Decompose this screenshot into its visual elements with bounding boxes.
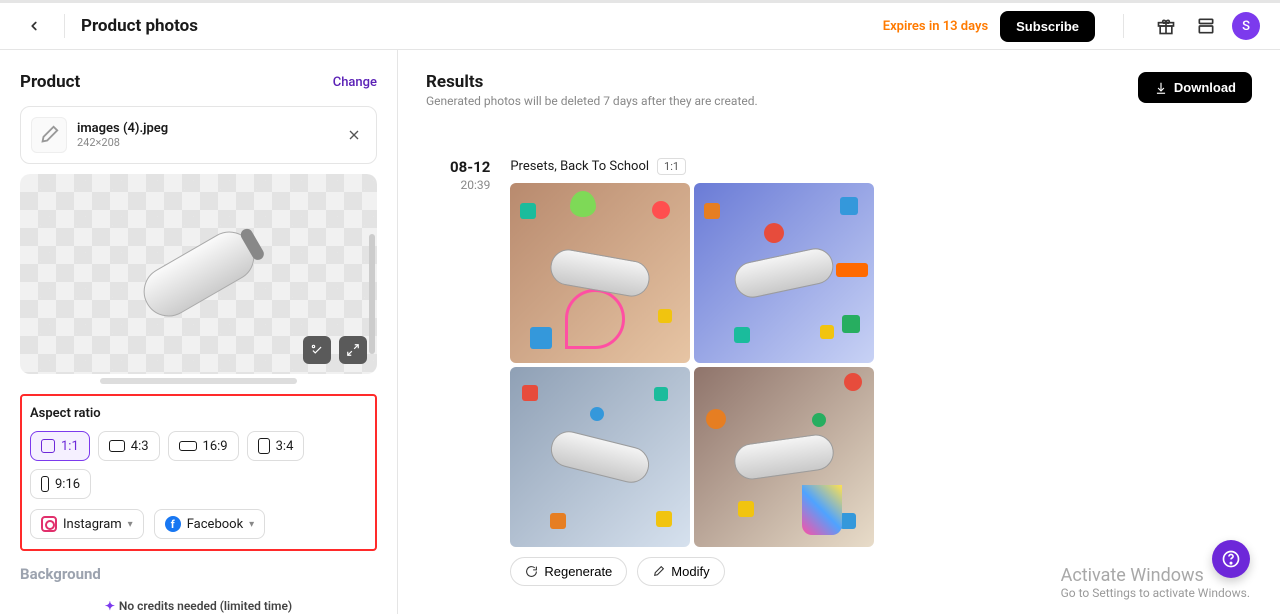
credit-note: ✦ No credits needed (limited time): [20, 599, 377, 613]
social-label: Facebook: [187, 517, 243, 532]
ratio-label: 1:1: [61, 439, 79, 454]
ratio-4-3[interactable]: 4:3: [98, 431, 160, 461]
result-image-3[interactable]: [510, 367, 690, 547]
divider: [1123, 14, 1124, 38]
chevron-down-icon: ▾: [128, 519, 133, 530]
product-preview: [20, 174, 377, 384]
back-button[interactable]: [20, 12, 48, 40]
remove-file-button[interactable]: [342, 123, 366, 147]
facebook-preset[interactable]: f Facebook ▾: [154, 509, 266, 539]
ratio-label: 4:3: [131, 439, 149, 454]
avatar[interactable]: S: [1232, 12, 1260, 40]
header: Product photos Expires in 13 days Subscr…: [0, 0, 1280, 50]
regenerate-button[interactable]: Regenerate: [510, 557, 627, 586]
modify-button[interactable]: Modify: [637, 557, 724, 586]
divider: [64, 14, 65, 38]
regenerate-label: Regenerate: [544, 564, 612, 579]
generation-preset: Presets, Back To School: [510, 159, 649, 174]
result-image-1[interactable]: [510, 183, 690, 363]
instagram-icon: [41, 516, 57, 532]
product-image: [134, 222, 263, 325]
results-grid: [510, 183, 874, 547]
result-image-2[interactable]: [694, 183, 874, 363]
ratio-swatch-icon: [179, 441, 197, 451]
gift-icon[interactable]: [1152, 12, 1180, 40]
change-link[interactable]: Change: [333, 75, 377, 90]
preview-scrollbar-h[interactable]: [100, 378, 296, 384]
ratio-label: 3:4: [276, 439, 294, 454]
generation-entry: 08-12 20:39 Presets, Back To School 1:1: [450, 158, 1252, 586]
background-label: Background: [20, 565, 377, 583]
ratio-swatch-icon: [258, 438, 270, 454]
preview-scrollbar[interactable]: [369, 234, 375, 354]
ratio-swatch-icon: [41, 476, 49, 492]
result-image-4[interactable]: [694, 367, 874, 547]
ratio-9-16[interactable]: 9:16: [30, 469, 91, 499]
ratio-3-4[interactable]: 3:4: [247, 431, 305, 461]
preview-canvas[interactable]: [20, 174, 377, 374]
generation-date: 08-12: [450, 158, 490, 176]
file-name: images (4).jpeg: [77, 121, 168, 136]
chevron-down-icon: ▾: [249, 519, 254, 530]
file-thumbnail: [31, 117, 67, 153]
generation-ratio-badge: 1:1: [657, 158, 686, 175]
download-button[interactable]: Download: [1138, 72, 1252, 103]
ratio-swatch-icon: [41, 439, 55, 453]
ratio-1-1[interactable]: 1:1: [30, 431, 90, 461]
ratio-16-9[interactable]: 16:9: [168, 431, 239, 461]
aspect-ratio-label: Aspect ratio: [30, 406, 367, 421]
aspect-ratio-section: Aspect ratio 1:1 4:3 16:9 3:4: [20, 394, 377, 551]
social-label: Instagram: [63, 517, 122, 532]
results-panel: Results Generated photos will be deleted…: [398, 50, 1280, 614]
instagram-preset[interactable]: Instagram ▾: [30, 509, 144, 539]
modify-label: Modify: [671, 564, 709, 579]
facebook-icon: f: [165, 516, 181, 532]
page-title: Product photos: [81, 16, 198, 36]
ratio-label: 16:9: [203, 439, 228, 454]
ratio-swatch-icon: [109, 440, 125, 452]
sparkle-icon: ✦: [105, 599, 115, 613]
generation-time: 20:39: [450, 178, 490, 192]
file-card: images (4).jpeg 242×208: [20, 106, 377, 164]
sidebar: Product Change images (4).jpeg 242×208: [0, 50, 398, 614]
subscribe-button[interactable]: Subscribe: [1000, 11, 1095, 42]
help-button[interactable]: [1212, 540, 1250, 578]
product-label: Product: [20, 72, 80, 92]
expand-button[interactable]: [339, 336, 367, 364]
stack-icon[interactable]: [1192, 12, 1220, 40]
results-subtitle: Generated photos will be deleted 7 days …: [426, 94, 758, 108]
file-dimensions: 242×208: [77, 136, 168, 149]
ratio-label: 9:16: [55, 477, 80, 492]
expires-label: Expires in 13 days: [883, 19, 988, 34]
results-title: Results: [426, 72, 758, 92]
magic-erase-button[interactable]: [303, 336, 331, 364]
download-label: Download: [1174, 80, 1236, 95]
